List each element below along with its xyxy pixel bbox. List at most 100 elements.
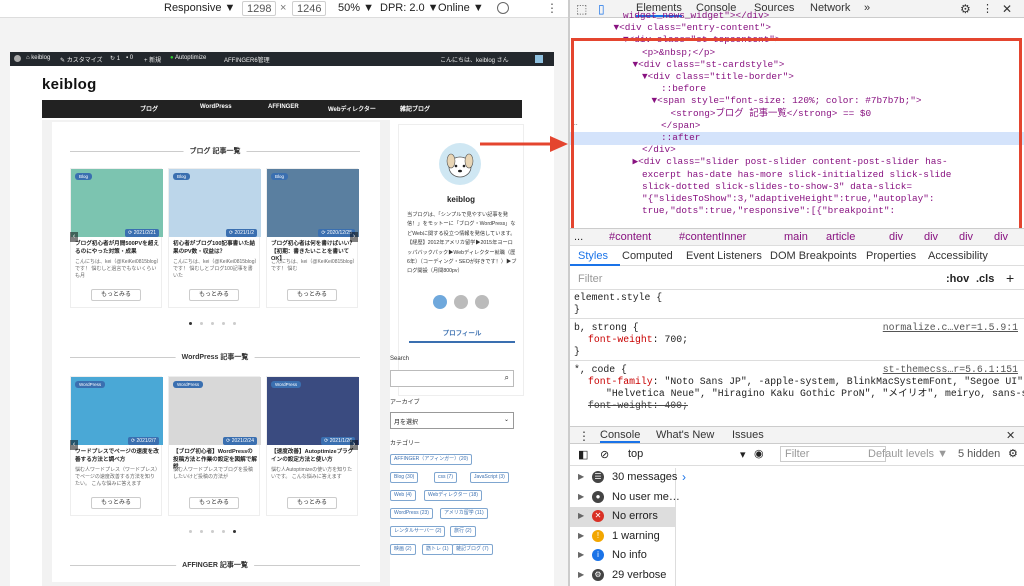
read-more-button[interactable]: もっとみる bbox=[91, 497, 141, 509]
dom-node-line[interactable]: ▼<div class="entry-content"> bbox=[614, 22, 772, 34]
cls-toggle[interactable]: .cls bbox=[976, 273, 994, 285]
category-tag[interactable]: 映画 (2) bbox=[390, 544, 416, 555]
admin-greeting[interactable]: こんにちは、keiblog さん bbox=[440, 55, 509, 64]
profile-button[interactable]: プロフィール bbox=[409, 327, 515, 343]
category-tag[interactable]: レンタルサーバー (2) bbox=[390, 526, 446, 537]
zoom-select[interactable]: 50% ▼ bbox=[338, 2, 374, 14]
post-title[interactable]: ブログ初心者が月間500PVを超えるのにやった対策・成果 bbox=[75, 241, 159, 256]
dpr-select[interactable]: DPR: 2.0 ▼ bbox=[380, 2, 439, 14]
console-filter-verbose[interactable]: ▶ ⚙ 29 verbose bbox=[570, 566, 676, 586]
slider-dots-wordpress[interactable] bbox=[185, 524, 240, 533]
post-card[interactable]: Blog ⟳ 2020/12/25 ブログ初心者は何を書けばいい？【初期：書きたいこ… bbox=[266, 168, 359, 308]
category-badge[interactable]: Blog bbox=[271, 173, 289, 180]
context-select[interactable]: top bbox=[628, 448, 643, 460]
log-levels-select[interactable]: Default levels ▼ bbox=[868, 448, 948, 460]
height-input[interactable]: 1246 bbox=[292, 1, 326, 16]
hov-toggle[interactable]: :hov bbox=[946, 273, 969, 285]
category-tag[interactable]: AFFINGER（アフィンガー）(20) bbox=[390, 454, 473, 465]
category-tag[interactable]: css (7) bbox=[434, 472, 457, 483]
slider-dots-blog[interactable] bbox=[185, 316, 240, 325]
read-more-button[interactable]: もっとみる bbox=[91, 289, 141, 301]
nav-item-webdirector[interactable]: Webディレクター bbox=[328, 104, 376, 113]
console-filter-info[interactable]: ▶ i No info bbox=[570, 546, 676, 566]
category-badge[interactable]: WordPress bbox=[75, 381, 106, 388]
eye-icon[interactable]: ◉ bbox=[754, 447, 764, 460]
admin-autoptimize-link[interactable]: ● Autoptimize bbox=[170, 55, 206, 61]
slider-next-icon[interactable]: › bbox=[350, 440, 358, 450]
rule-source-link[interactable]: st-themecss…r=5.6.1:151 bbox=[883, 364, 1018, 376]
twitter-icon[interactable] bbox=[433, 295, 447, 309]
category-tag[interactable]: JavaScript (3) bbox=[470, 472, 509, 483]
inspect-icon[interactable]: ⬚ bbox=[576, 2, 587, 16]
device-select[interactable]: Responsive ▼ bbox=[164, 2, 235, 14]
category-tag[interactable]: アメリカ留学 (11) bbox=[440, 508, 488, 519]
breadcrumb-item[interactable]: #content bbox=[609, 231, 651, 243]
breadcrumb-item[interactable]: div bbox=[994, 231, 1008, 243]
sidebar-toggle-icon[interactable]: ◧ bbox=[578, 448, 588, 461]
chevron-down-icon[interactable]: ▾ bbox=[740, 448, 746, 461]
post-card[interactable]: WordPress ⟳ 2021/1/26 【速度改善】Autoptimizeプラグ… bbox=[266, 376, 359, 516]
search-icon[interactable]: ⌕ bbox=[505, 373, 509, 383]
console-filter-warning[interactable]: ▶! 1 warning bbox=[570, 527, 676, 547]
subtab-accessibility[interactable]: Accessibility bbox=[928, 250, 988, 262]
category-badge[interactable]: Blog bbox=[75, 173, 93, 180]
drawer-tab-issues[interactable]: Issues bbox=[732, 429, 764, 441]
width-input[interactable]: 1298 bbox=[242, 1, 276, 16]
clear-icon[interactable]: ⊘ bbox=[600, 448, 609, 461]
add-rule-icon[interactable]: + bbox=[1006, 270, 1014, 286]
category-tag[interactable]: Blog (30) bbox=[390, 472, 419, 483]
post-title[interactable]: 【速度改善】Autoptimizeプラグインの設定方法と使い方 bbox=[271, 449, 355, 464]
post-card[interactable]: WordPress ⟳ 2021/2/24 【ブログ初心者】WordPressの投稿… bbox=[168, 376, 261, 516]
wordpress-icon[interactable] bbox=[14, 55, 21, 62]
post-title[interactable]: ワードプレスでページの速度を改善する方法と調べ方 bbox=[75, 449, 159, 464]
slider-prev-icon[interactable]: ‹ bbox=[70, 232, 78, 242]
rotate-icon[interactable] bbox=[497, 2, 509, 14]
drawer-tab-whats-new[interactable]: What's New bbox=[656, 429, 714, 441]
more-options-icon[interactable]: ⋮ bbox=[982, 2, 993, 15]
read-more-button[interactable]: もっとみる bbox=[189, 289, 239, 301]
more-tabs-icon[interactable]: » bbox=[864, 2, 870, 14]
nav-item-wordpress[interactable]: WordPress bbox=[200, 104, 232, 110]
admin-updates-link[interactable]: ↻ 1 bbox=[110, 55, 120, 62]
console-prompt[interactable]: › bbox=[682, 470, 686, 484]
more-options-icon[interactable]: ⋮ bbox=[546, 1, 558, 15]
breadcrumb-item[interactable]: div bbox=[889, 231, 903, 243]
read-more-button[interactable]: もっとみる bbox=[189, 497, 239, 509]
breadcrumb-item[interactable]: #contentInner bbox=[679, 231, 746, 243]
admin-avatar[interactable] bbox=[535, 55, 543, 63]
device-toggle-icon[interactable]: ▯ bbox=[598, 2, 605, 16]
subtab-dom-breakpoints[interactable]: DOM Breakpoints bbox=[770, 250, 857, 262]
category-tag[interactable]: 旅行 (2) bbox=[450, 526, 476, 537]
category-badge[interactable]: WordPress bbox=[271, 381, 302, 388]
console-filter-error[interactable]: ▶ ✕ No errors bbox=[570, 507, 676, 528]
styles-filter-input[interactable]: Filter bbox=[578, 273, 602, 285]
admin-comments-link[interactable]: ▪ 0 bbox=[126, 55, 133, 61]
category-tag[interactable]: 雑記ブログ (7) bbox=[452, 544, 493, 555]
rule-source-link[interactable]: normalize.c…ver=1.5.9:1 bbox=[883, 322, 1018, 334]
category-tag[interactable]: WordPress (23) bbox=[390, 508, 433, 519]
post-card[interactable]: WordPress ⟳ 2021/2/7 ワードプレスでページの速度を改善する方法と… bbox=[70, 376, 163, 516]
subtab-computed[interactable]: Computed bbox=[622, 250, 673, 262]
breadcrumb-item[interactable]: ... bbox=[574, 231, 583, 243]
category-tag[interactable]: Webディレクター (18) bbox=[424, 490, 482, 501]
dom-node-line[interactable]: widget_news_widget"></div> bbox=[623, 10, 769, 22]
read-more-button[interactable]: もっとみる bbox=[287, 289, 337, 301]
post-card[interactable]: Blog ⟳ 2021/1/2 初心者がブログ100記事書いた結果のPV数・収益は？… bbox=[168, 168, 261, 308]
subtab-properties[interactable]: Properties bbox=[866, 250, 916, 262]
nav-item-zakki[interactable]: 雑記ブログ bbox=[400, 104, 430, 113]
admin-affinger-link[interactable]: AFFINGER6管理 bbox=[224, 55, 270, 64]
category-tag[interactable]: Web (4) bbox=[390, 490, 416, 501]
category-badge[interactable]: Blog bbox=[173, 173, 191, 180]
nav-item-blog[interactable]: ブログ bbox=[140, 104, 158, 113]
console-filter-list[interactable]: ▶ ☰ 30 messages bbox=[570, 468, 677, 488]
admin-site-link[interactable]: ⌂ keiblog bbox=[26, 55, 50, 61]
home-icon[interactable] bbox=[475, 295, 490, 309]
close-icon[interactable]: ✕ bbox=[1002, 2, 1012, 16]
subtab-event-listeners[interactable]: Event Listeners bbox=[686, 250, 762, 262]
drawer-tab-console[interactable]: Console bbox=[600, 429, 641, 443]
nav-item-affinger[interactable]: AFFINGER bbox=[268, 104, 299, 110]
read-more-button[interactable]: もっとみる bbox=[287, 497, 337, 509]
admin-customize-link[interactable]: ✎ カスタマイズ bbox=[60, 55, 103, 64]
slider-prev-icon[interactable]: ‹ bbox=[70, 440, 78, 450]
subtab-styles[interactable]: Styles bbox=[578, 250, 608, 262]
